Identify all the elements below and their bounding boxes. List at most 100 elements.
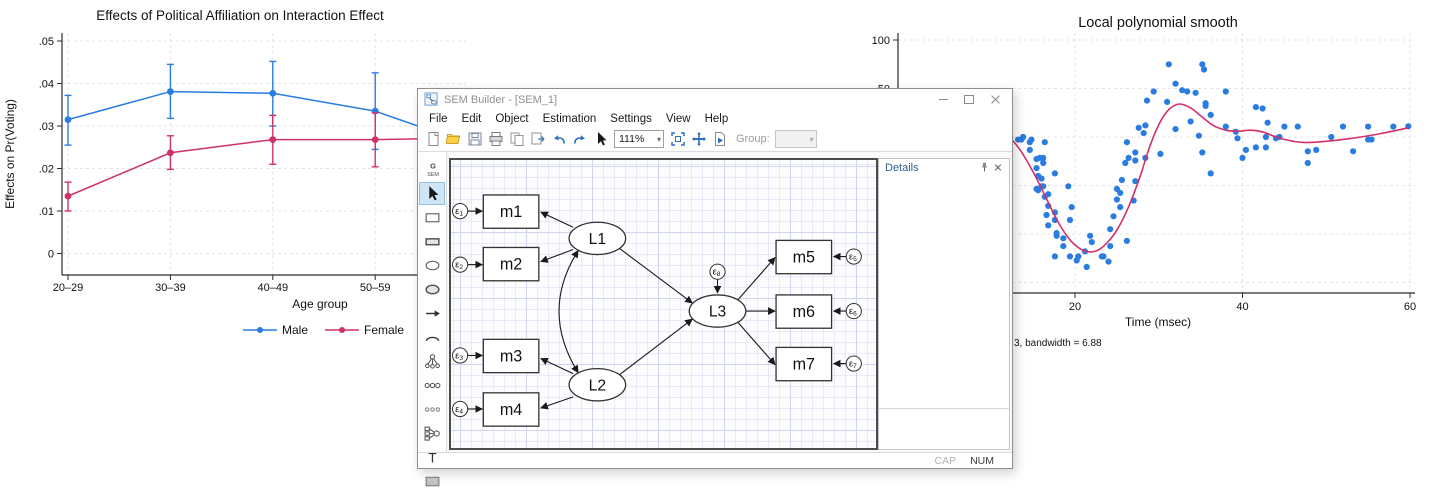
multilevel-latent-tool-button[interactable] [419,278,445,301]
paste-button[interactable] [527,129,548,149]
error-node-ε8[interactable]: ε8 [710,264,725,279]
svg-text:.03: .03 [39,121,54,133]
svg-text:.04: .04 [39,78,54,90]
svg-text:m1: m1 [500,203,522,221]
covariance-tool-button[interactable] [419,326,445,349]
error-node-ε1[interactable]: ε1 [453,204,468,219]
latent-node-L2[interactable]: L2 [569,369,626,401]
latent-node-L3[interactable]: L3 [689,295,746,327]
caps-lock-indicator: CAP [934,455,956,467]
pointer-button[interactable] [590,129,611,149]
group-combo: ▾ [775,130,817,148]
regression-component-tool-button[interactable] [419,422,445,445]
svg-text:Male: Male [282,323,308,337]
svg-text:m6: m6 [793,303,815,321]
menu-edit[interactable]: Edit [455,112,489,126]
observed-node-m5[interactable]: m5 [776,240,832,273]
observed-set-tool-button[interactable] [419,374,445,397]
sem-builder-window[interactable]: SEM Builder - [SEM_1] FileEditObjectEsti… [417,88,1013,469]
observed-variable-tool-button[interactable] [419,206,445,229]
zoom-level-combo[interactable]: 111%▾ [614,130,664,148]
observed-node-m1[interactable]: m1 [483,195,539,228]
error-node-ε6[interactable]: ε6 [846,303,861,318]
open-button[interactable] [443,129,464,149]
error-node-ε3[interactable]: ε3 [453,348,468,363]
tool-palette: GSEMT [418,152,447,453]
area-tool-button[interactable] [419,470,445,493]
svg-text:100: 100 [872,35,890,47]
observed-node-m6[interactable]: m6 [776,295,832,328]
menu-estimation[interactable]: Estimation [536,112,604,126]
menu-settings[interactable]: Settings [603,112,659,126]
plot-grid [62,33,466,275]
observed-node-m3[interactable]: m3 [483,339,539,372]
svg-text:SEM: SEM [427,172,438,178]
minimize-button[interactable] [930,91,956,108]
svg-text:.01: .01 [39,206,54,218]
svg-text:Local polynomial smooth: Local polynomial smooth [1078,15,1238,31]
error-node-ε2[interactable]: ε2 [453,257,468,272]
legend-item-female: Female [325,323,404,337]
statusbar: CAP NUM [418,452,1012,468]
undo-button[interactable] [548,129,569,149]
details-close-icon[interactable] [991,161,1005,175]
error-node-ε4[interactable]: ε4 [453,401,468,416]
svg-text:m3: m3 [500,348,522,366]
legend-item-male: Male [243,323,308,337]
svg-text:40: 40 [1236,301,1248,313]
canvas-area[interactable]: m1 m2 m3 m4 m5 m6 m7 L1 L2 L3 ε1 ε2 ε3 ε4 ε5 ε6 ε7 ε8 Det… [447,152,1012,453]
estimate-button[interactable] [709,129,730,149]
latent-variable-tool-button[interactable] [419,254,445,277]
pin-icon[interactable] [977,161,991,175]
main-area: GSEMT m1m2m3m4m5m6m7L1L2L3ε1ε2ε3ε4ε5ε6ε7… [418,152,1012,453]
window-title: SEM Builder - [SEM_1] [444,94,930,106]
svg-text:L2: L2 [589,377,606,394]
details-divider [879,408,1009,409]
menu-file[interactable]: File [422,112,455,126]
print-button[interactable] [485,129,506,149]
latent-set-tool-button[interactable] [419,398,445,421]
measurement-component-tool-button[interactable] [419,350,445,373]
svg-text:20: 20 [1069,301,1081,313]
observed-node-m2[interactable]: m2 [483,247,539,280]
fit-in-window-button[interactable] [667,129,688,149]
menu-object[interactable]: Object [488,112,535,126]
new-diagram-button[interactable] [422,129,443,149]
svg-text:Time (msec): Time (msec) [1125,315,1191,329]
select-tool-button[interactable] [419,182,445,205]
svg-text:Female: Female [364,323,404,337]
generalized-response-tool-button[interactable] [419,230,445,253]
error-node-ε7[interactable]: ε7 [846,356,861,371]
svg-text:30–39: 30–39 [155,282,186,294]
path-tool-button[interactable] [419,302,445,325]
pan-canvas-button[interactable] [688,129,709,149]
menu-help[interactable]: Help [698,112,736,126]
copy-button[interactable] [506,129,527,149]
latent-node-L1[interactable]: L1 [569,222,626,254]
svg-text:60: 60 [1404,301,1416,313]
svg-text:3, bandwidth = 6.88: 3, bandwidth = 6.88 [1014,338,1102,349]
svg-text:50–59: 50–59 [360,282,391,294]
menu-view[interactable]: View [659,112,698,126]
smooth-line [1011,104,1408,252]
gsem-logo-button[interactable]: G SEM [419,158,445,181]
save-button[interactable] [464,129,485,149]
svg-text:40–49: 40–49 [258,282,289,294]
svg-text:L1: L1 [589,231,606,248]
diagram-page[interactable]: m1 m2 m3 m4 m5 m6 m7 L1 L2 L3 ε1 ε2 ε3 ε4 ε5 ε6 ε7 ε8 [449,158,878,450]
svg-text:G: G [430,161,436,170]
redo-button[interactable] [569,129,590,149]
details-panel: Details [878,158,1010,450]
observed-node-m4[interactable]: m4 [483,393,539,426]
svg-text:0: 0 [48,248,54,260]
svg-text:m7: m7 [793,356,815,374]
female-series [65,113,425,211]
error-node-ε5[interactable]: ε5 [846,249,861,264]
svg-text:m2: m2 [500,256,522,274]
close-button[interactable] [982,91,1008,108]
maximize-button[interactable] [956,91,982,108]
details-panel-title: Details [885,162,977,174]
observed-node-m7[interactable]: m7 [776,347,832,380]
titlebar[interactable]: SEM Builder - [SEM_1] [418,89,1012,110]
svg-text:Age group: Age group [292,297,348,311]
